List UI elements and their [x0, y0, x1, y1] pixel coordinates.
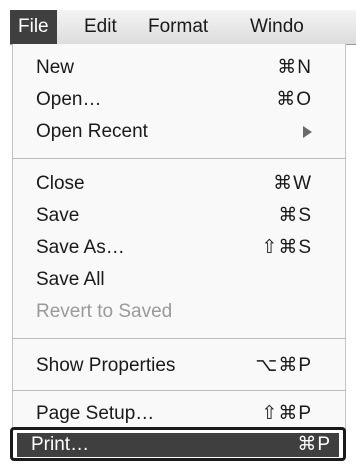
shortcut-label: ⌘S — [278, 205, 312, 226]
menu-item-label: Show Properties — [36, 355, 176, 376]
menu-item-show-properties[interactable]: Show Properties ⌥⌘P — [22, 352, 320, 379]
menu-item-save[interactable]: Save ⌘S — [22, 202, 320, 229]
shortcut-label: ⌘P — [297, 434, 331, 455]
menu-item-save-as[interactable]: Save As… ⇧⌘S — [22, 234, 320, 261]
menu-item-label: Save As… — [36, 237, 125, 258]
menu-item-label: Save All — [36, 269, 105, 290]
menu-separator — [12, 390, 346, 391]
shortcut-label: ⌘W — [273, 173, 312, 194]
shortcut-label: ⌘N — [277, 57, 312, 78]
menu-item-label: Revert to Saved — [36, 301, 173, 322]
menu-bar: File Edit Format Windo — [10, 10, 356, 45]
shortcut-label: ⇧⌘S — [261, 237, 312, 258]
shortcut-label: ⌥⌘P — [255, 355, 312, 376]
menu-item-page-setup[interactable]: Page Setup… ⇧⌘P — [22, 400, 320, 424]
menu-separator — [12, 158, 346, 159]
menu-item-revert-to-saved: Revert to Saved — [22, 298, 320, 325]
menu-item-label: Save — [36, 205, 80, 226]
shortcut-label: ⌘O — [276, 89, 312, 110]
menu-window[interactable]: Windo — [242, 10, 312, 44]
menu-item-label: Page Setup… — [36, 403, 155, 424]
menu-item-open-recent[interactable]: Open Recent — [22, 118, 320, 145]
menu-item-new[interactable]: New ⌘N — [22, 54, 320, 81]
submenu-arrow-icon — [303, 118, 312, 145]
menu-item-label: Open Recent — [36, 121, 148, 142]
menu-format[interactable]: Format — [140, 10, 216, 44]
menu-item-label: New — [36, 57, 75, 78]
menu-item-close[interactable]: Close ⌘W — [22, 170, 320, 197]
menu-item-label: Print… — [31, 434, 90, 455]
menu-file[interactable]: File — [10, 10, 57, 44]
menu-edit[interactable]: Edit — [76, 10, 125, 44]
menu-item-print[interactable]: Print… ⌘P — [17, 433, 339, 457]
menu-item-label: Close — [36, 173, 85, 194]
menu-item-open[interactable]: Open… ⌘O — [22, 86, 320, 113]
print-highlight-frame: Print… ⌘P — [10, 427, 346, 461]
menu-separator — [12, 338, 346, 339]
menu-item-label: Open… — [36, 89, 102, 110]
menu-item-save-all[interactable]: Save All — [22, 266, 320, 293]
shortcut-label: ⇧⌘P — [261, 403, 312, 424]
